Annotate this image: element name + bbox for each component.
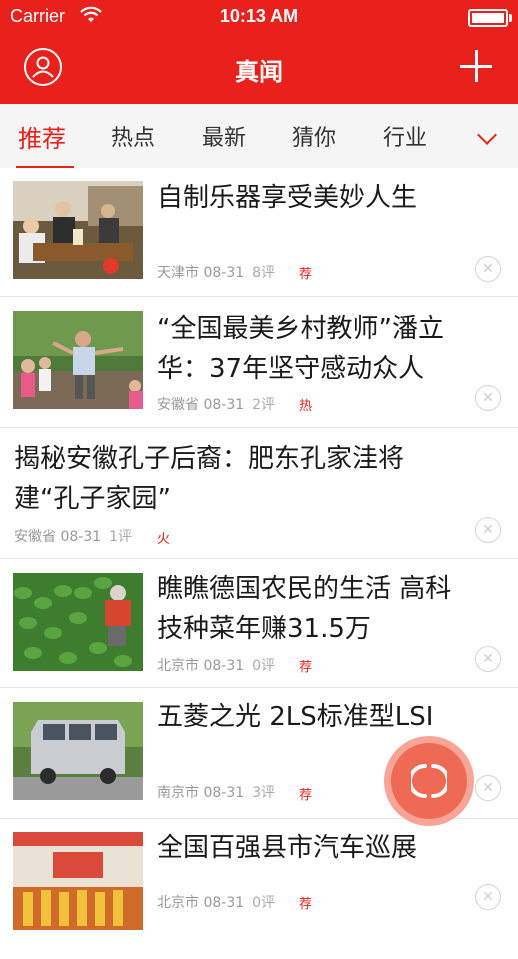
article-thumbnail <box>13 832 143 930</box>
close-icon[interactable]: ✕ <box>475 884 501 910</box>
article-thumbnail <box>13 573 143 671</box>
article-meta: 安徽省 08-31 1评 <box>14 526 140 546</box>
close-icon[interactable]: ✕ <box>475 646 501 672</box>
article-thumbnail <box>13 702 143 800</box>
article-meta: 安徽省 08-31 2评 <box>157 394 283 414</box>
news-item[interactable]: 揭秘安徽孔子后裔：肥东孔家洼将 建“孔子家园” 安徽省 08-31 1评 火 ✕ <box>0 428 518 559</box>
article-title-line2: 建“孔子家园” <box>14 484 171 514</box>
article-location-date: 北京市 08-31 <box>157 658 245 674</box>
article-tag: 火 <box>157 532 171 547</box>
close-icon[interactable]: ✕ <box>475 385 501 411</box>
comment-count: 3评 <box>252 785 276 801</box>
app-title: 真闻 <box>235 58 283 86</box>
comment-count: 0评 <box>252 895 276 911</box>
article-tag: 荐 <box>299 897 313 912</box>
add-plus-icon[interactable] <box>460 50 492 82</box>
tab-recommend[interactable]: 推荐 <box>18 119 66 154</box>
refresh-icon <box>411 764 447 798</box>
article-location-date: 南京市 08-31 <box>157 785 245 801</box>
news-item[interactable]: 自制乐器享受美妙人生 天津市 08-31 8评 荐 ✕ <box>0 168 518 297</box>
floating-refresh-button[interactable] <box>384 736 474 826</box>
article-tag: 荐 <box>299 267 313 282</box>
tab-hot[interactable]: 热点 <box>111 120 155 152</box>
article-location-date: 安徽省 08-31 <box>14 529 102 545</box>
navigation-bar: 真闻 <box>0 34 518 104</box>
article-tag: 荐 <box>299 788 313 803</box>
article-meta: 南京市 08-31 3评 <box>157 782 283 802</box>
comment-count: 1评 <box>109 529 133 545</box>
article-thumbnail <box>13 181 143 279</box>
article-tag: 热 <box>299 399 313 414</box>
article-title-line1: 揭秘安徽孔子后裔：肥东孔家洼将 <box>14 444 405 474</box>
comment-count: 8评 <box>252 265 276 281</box>
status-time: 10:13 AM <box>219 6 299 26</box>
news-item[interactable]: 全国百强县市汽车巡展 北京市 08-31 0评 荐 ✕ <box>0 819 518 959</box>
comment-count: 2评 <box>252 397 276 413</box>
tab-industry[interactable]: 行业 <box>383 120 427 152</box>
article-location-date: 北京市 08-31 <box>157 895 245 911</box>
chevron-down-icon[interactable] <box>477 125 497 145</box>
article-title-line1: 瞧瞧德国农民的生活 高科 <box>157 574 452 604</box>
battery-icon <box>468 9 512 27</box>
article-title-line2: 技种菜年赚31.5万 <box>157 614 371 644</box>
tab-latest[interactable]: 最新 <box>202 120 246 152</box>
tab-guess[interactable]: 猜你 <box>292 120 336 152</box>
article-meta: 北京市 08-31 0评 <box>157 655 283 675</box>
article-title: 五菱之光 2LS标准型LSI <box>157 702 434 732</box>
news-item[interactable]: 瞧瞧德国农民的生活 高科 技种菜年赚31.5万 北京市 08-31 0评 荐 ✕ <box>0 559 518 688</box>
status-bar: Carrier 10:13 AM <box>0 0 518 34</box>
article-title-line2: 华：37年坚守感动众人 <box>157 354 425 384</box>
news-feed: 自制乐器享受美妙人生 天津市 08-31 8评 荐 ✕ “全国最美乡村教师”潘立 … <box>0 168 518 959</box>
article-meta: 北京市 08-31 0评 <box>157 892 283 912</box>
article-title: 全国百强县市汽车巡展 <box>157 833 418 863</box>
article-title-line1: “全国最美乡村教师”潘立 <box>157 314 444 344</box>
article-location-date: 天津市 08-31 <box>157 265 245 281</box>
fab-inner <box>391 743 467 819</box>
article-location-date: 安徽省 08-31 <box>157 397 245 413</box>
article-meta: 天津市 08-31 8评 <box>157 262 283 282</box>
comment-count: 0评 <box>252 658 276 674</box>
article-thumbnail <box>13 311 143 409</box>
news-item[interactable]: “全国最美乡村教师”潘立 华：37年坚守感动众人 安徽省 08-31 2评 热 ✕ <box>0 297 518 428</box>
close-icon[interactable]: ✕ <box>475 517 501 543</box>
article-title: 自制乐器享受美妙人生 <box>157 183 418 213</box>
close-icon[interactable]: ✕ <box>475 775 501 801</box>
article-tag: 荐 <box>299 660 313 675</box>
close-icon[interactable]: ✕ <box>475 256 501 282</box>
category-tabs: 推荐 热点 最新 猜你 行业 <box>0 104 518 169</box>
